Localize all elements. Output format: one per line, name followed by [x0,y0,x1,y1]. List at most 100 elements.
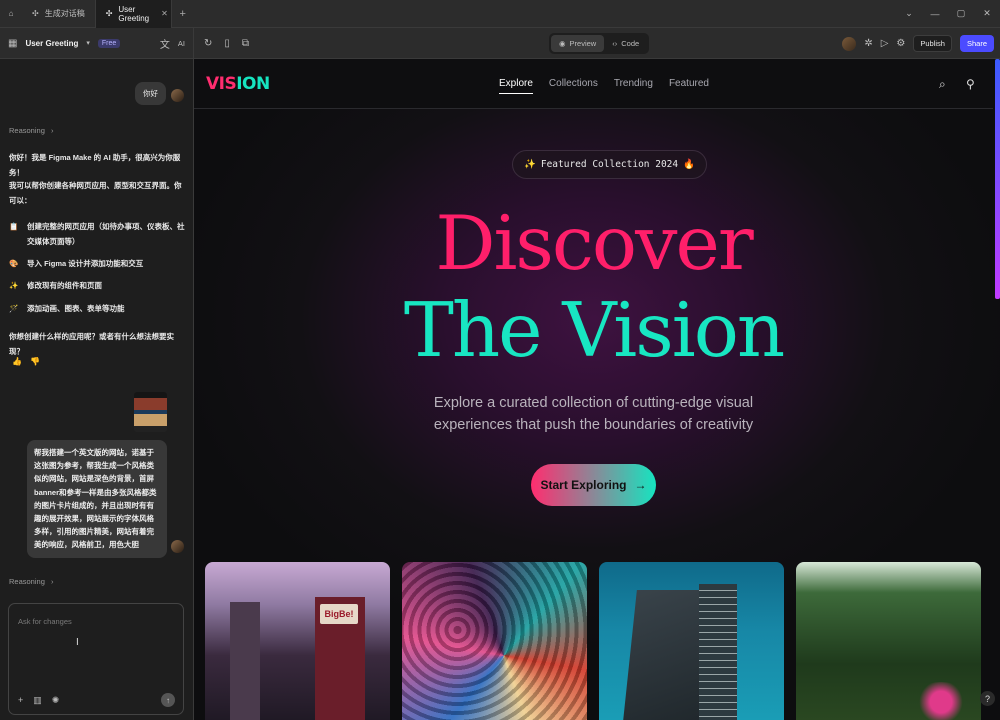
devices-icon[interactable]: ⧉ [242,38,249,49]
gallery-card[interactable] [599,562,784,720]
translate-icon[interactable]: 文 [160,36,170,51]
featured-pill: ✨ Featured Collection 2024 🔥 [512,150,707,179]
list-item-text: 添加动画、图表、表单等功能 [27,304,125,313]
sparkles-icon: ✨ [524,159,536,170]
palette-icon: 🎨 [9,259,19,268]
card-image-tower [699,584,737,720]
gallery-card[interactable]: BigBe! [205,562,390,720]
figma-logo-icon[interactable]: ▦ [8,38,17,49]
user-message: 你好 [135,82,166,105]
logo-part-2: ION [236,74,270,94]
view-tools: ↻ ▯ ⧉ [194,38,249,49]
gallery-cards: BigBe! [205,562,981,720]
play-icon[interactable]: ▷ [881,38,889,49]
search-icon[interactable]: ⌕ [939,77,946,92]
magic-wand-icon: 🪄 [9,304,19,313]
nav-link-featured[interactable]: Featured [669,78,709,94]
project-title[interactable]: User Greeting [25,39,78,48]
hero-subtitle-line-1: Explore a curated collection of cutting-… [433,395,754,411]
send-button[interactable]: ↑ [161,693,175,707]
input-tools: + ▥ ✺ [18,695,59,706]
reasoning-toggle[interactable]: Reasoning › [9,126,53,135]
close-window-icon[interactable]: ✕ [974,0,1000,28]
code-label: Code [621,39,640,48]
gallery-card[interactable] [402,562,587,720]
list-item: ✨ 修改现有的组件和页面 [9,278,187,293]
avatar[interactable] [842,36,857,51]
card-image-flowers [911,682,971,720]
sparkle-icon[interactable]: ✺ [52,695,60,706]
tablet-icon[interactable]: ▯ [224,38,230,49]
card-image-texture [402,562,587,720]
figma-make-icon: ✣ [32,9,39,18]
hero-subtitle-line-2: experiences that push the boundaries of … [433,417,754,433]
start-exploring-button[interactable]: Start Exploring → [531,464,656,506]
gear-icon[interactable]: ⚙ [896,38,905,49]
list-item-text: 导入 Figma 设计并添加功能和交互 [27,259,144,268]
sparkles-icon: ✨ [9,281,19,290]
project-header: ▦ User Greeting ▾ Free 文 AI [0,27,194,59]
clipboard-icon: 📋 [9,222,19,231]
minimize-icon[interactable]: — [922,0,948,28]
home-icon[interactable]: ⌂ [0,0,22,28]
hero-headline-1: Discover [435,199,753,287]
list-item: 📋 创建完整的网页应用（如待办事项、仪表板、社交媒体页面等） [9,219,187,249]
attached-image-thumbnail[interactable] [134,392,167,432]
preview-button[interactable]: ◉ Preview [551,35,605,52]
hero-headline-2: The Vision [403,286,785,374]
scrollbar[interactable] [995,59,1000,299]
help-icon[interactable]: ? [980,691,995,706]
maximize-icon[interactable]: ▢ [948,0,974,28]
reasoning-label: Reasoning [9,126,45,135]
thumbs-down-icon[interactable]: 👎 [30,357,40,366]
hero-subtitle: Explore a curated collection of cutting-… [194,392,993,436]
avatar [171,89,184,102]
gallery-card[interactable] [796,562,981,720]
reasoning-toggle[interactable]: Reasoning › [9,577,53,586]
site-nav-links: Explore Collections Trending Featured [499,78,709,94]
publish-button[interactable]: Publish [913,35,952,52]
chat-input[interactable]: Ask for changes + ▥ ✺ ↑ [8,603,184,715]
share-button[interactable]: Share [959,35,994,52]
assistant-question: 你想创建什么样的应用呢？或者有什么想法想要实现？ [9,332,174,356]
chevron-down-icon[interactable]: ▾ [86,39,90,47]
ai-label[interactable]: AI [178,39,185,48]
refresh-icon[interactable]: ↻ [204,38,212,49]
arrow-right-icon: → [634,478,647,492]
avatar [171,540,184,553]
nav-link-trending[interactable]: Trending [614,78,653,94]
tab-file-1[interactable]: ✣ 生成对话稿 [22,0,96,28]
code-button[interactable]: ‹› Code [604,35,647,52]
input-placeholder: Ask for changes [18,617,72,626]
site-logo[interactable]: VISION [206,74,270,94]
card-image-building [230,602,260,720]
chevron-right-icon: › [50,126,54,135]
bug-icon[interactable]: ✲ [864,38,872,49]
code-icon: ‹› [612,39,618,48]
list-item: 🎨 导入 Figma 设计并添加功能和交互 [9,256,187,271]
user-icon[interactable]: ⚲ [966,77,975,91]
tab-file-2[interactable]: ✣ User Greeting ✕ [95,0,172,28]
plus-icon[interactable]: + [18,695,23,706]
preview-label: Preview [569,39,597,48]
card-image-sign: BigBe! [320,604,358,624]
nav-link-collections[interactable]: Collections [549,78,598,94]
book-icon[interactable]: ▥ [33,695,42,706]
preview-code-toggle: ◉ Preview ‹› Code [549,33,650,54]
tab-label: User Greeting [118,4,150,23]
window-controls: ⌄ — ▢ ✕ [896,0,1000,28]
thumbs-up-icon[interactable]: 👍 [12,357,22,366]
feedback-buttons: 👍 👎 [12,357,40,366]
close-icon[interactable]: ✕ [161,9,168,18]
editor-toolbar: ▦ User Greeting ▾ Free 文 AI ↻ ▯ ⧉ ◉ Previ… [0,27,1000,59]
figma-make-icon: ✣ [105,9,113,18]
eye-icon: ◉ [559,39,566,48]
chat-panel: 你好 Reasoning › 你好！我是 Figma Make 的 AI 助手，… [0,59,194,720]
text-cursor-icon: I [76,637,79,648]
chevron-down-icon[interactable]: ⌄ [896,0,922,28]
new-tab-plus-icon[interactable]: + [172,8,194,20]
assistant-capabilities-intro: 我可以帮你创建各种网页应用、原型和交互界面。你可以： [9,181,182,205]
app-tab-bar: ⌂ ✣ 生成对话稿 ✣ User Greeting ✕ + ⌄ — ▢ ✕ [0,0,1000,28]
nav-link-explore[interactable]: Explore [499,78,533,94]
logo-part-1: VIS [206,74,237,94]
